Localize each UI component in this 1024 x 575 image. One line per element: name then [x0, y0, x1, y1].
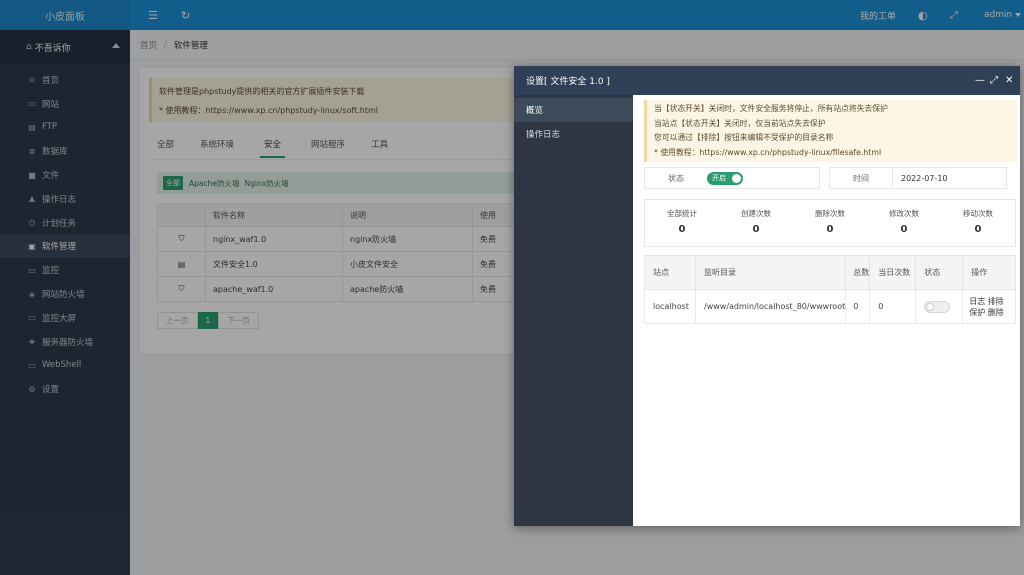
stats-panel: 全部统计 0 创建次数 0 删除次数 0 修改次数 0 移动次数 0 [644, 199, 1016, 247]
toggle-knob [732, 173, 741, 183]
site-actions: 日志 排除 保护 删除 [962, 289, 1016, 324]
toggle-knob [926, 302, 935, 311]
minimize-icon[interactable]: — [975, 66, 985, 95]
stat-created: 创建次数 0 [719, 200, 793, 246]
log-link[interactable]: 日志 [969, 297, 985, 306]
column-header: 状态 [915, 255, 964, 290]
settings-modal: 设置[ 文件安全 1.0 ] — ⤢ ✕ 概览 操作日志 当【状态开关】关闭时，… [514, 66, 1020, 526]
column-header: 站点 [644, 255, 696, 290]
time-value: 2022-07-10 [892, 168, 948, 188]
table-row: localhost /www/admin/localhost_80/wwwroo… [644, 289, 1016, 324]
stat-modified: 修改次数 0 [867, 200, 941, 246]
modal-nav: 概览 操作日志 [514, 95, 633, 526]
tip-line: * 使用教程：https://www.xp.cn/phpstudy-linux/… [654, 147, 882, 157]
site-dir: /www/admin/localhost_80/wwwroot [694, 289, 847, 324]
stat-value: 0 [678, 224, 686, 235]
status-toggle[interactable]: 开启 [707, 171, 743, 185]
exclude-link[interactable]: 排除 [988, 297, 1004, 306]
modal-title: 设置[ 文件安全 1.0 ] [526, 77, 610, 87]
protect-link[interactable]: 保护 [969, 308, 985, 317]
site-today: 0 [869, 289, 917, 324]
time-box: 时间 2022-07-10 [829, 167, 1007, 189]
stat-value: 0 [826, 224, 834, 235]
stat-moved: 移动次数 0 [941, 200, 1015, 246]
table-header: 站点 监听目录 总数 当日次数 状态 操作 [644, 255, 1016, 290]
stat-value: 0 [752, 224, 760, 235]
toggle-label: 开启 [712, 174, 726, 182]
stat-label: 全部统计 [667, 209, 697, 218]
stat-label: 修改次数 [889, 209, 919, 218]
time-label: 时间 [853, 173, 869, 183]
site-table: 站点 监听目录 总数 当日次数 状态 操作 localhost /www/adm… [644, 255, 1016, 324]
stat-label: 删除次数 [815, 209, 845, 218]
tip-line: 当站点【状态开关】关闭时，仅当前站点失去保护 [654, 118, 826, 128]
modal-header[interactable]: 设置[ 文件安全 1.0 ] — ⤢ ✕ [514, 66, 1020, 95]
stat-value: 0 [900, 224, 908, 235]
status-box: 状态 开启 [644, 167, 820, 189]
modal-body: 当【状态开关】关闭时，文件安全服务将停止，所有站点将失去保护 当站点【状态开关】… [633, 95, 1020, 526]
column-header: 总数 [845, 255, 871, 290]
column-header: 监听目录 [694, 255, 847, 290]
site-status-cell [915, 289, 964, 324]
stat-value: 0 [974, 224, 982, 235]
site-status-toggle[interactable] [924, 300, 951, 313]
close-icon[interactable]: ✕ [1005, 66, 1013, 95]
column-header: 操作 [962, 255, 1016, 290]
filesafe-tips: 当【状态开关】关闭时，文件安全服务将停止，所有站点将失去保护 当站点【状态开关】… [644, 100, 1017, 162]
site-name: localhost [644, 289, 696, 324]
column-header: 当日次数 [869, 255, 917, 290]
delete-link[interactable]: 删除 [988, 308, 1004, 317]
site-total: 0 [845, 289, 871, 324]
stat-label: 创建次数 [741, 209, 771, 218]
stat-label: 移动次数 [963, 209, 993, 218]
modal-nav-logs[interactable]: 操作日志 [514, 122, 633, 146]
maximize-icon[interactable]: ⤢ [990, 66, 998, 95]
modal-nav-overview[interactable]: 概览 [514, 98, 633, 122]
tip-line: 您可以通过【排除】按钮来编辑不受保护的目录名称 [654, 133, 834, 142]
stat-deleted: 删除次数 0 [793, 200, 867, 246]
tip-line: 当【状态开关】关闭时，文件安全服务将停止，所有站点将失去保护 [654, 104, 888, 113]
status-label: 状态 [668, 173, 684, 183]
stat-total: 全部统计 0 [645, 200, 719, 246]
